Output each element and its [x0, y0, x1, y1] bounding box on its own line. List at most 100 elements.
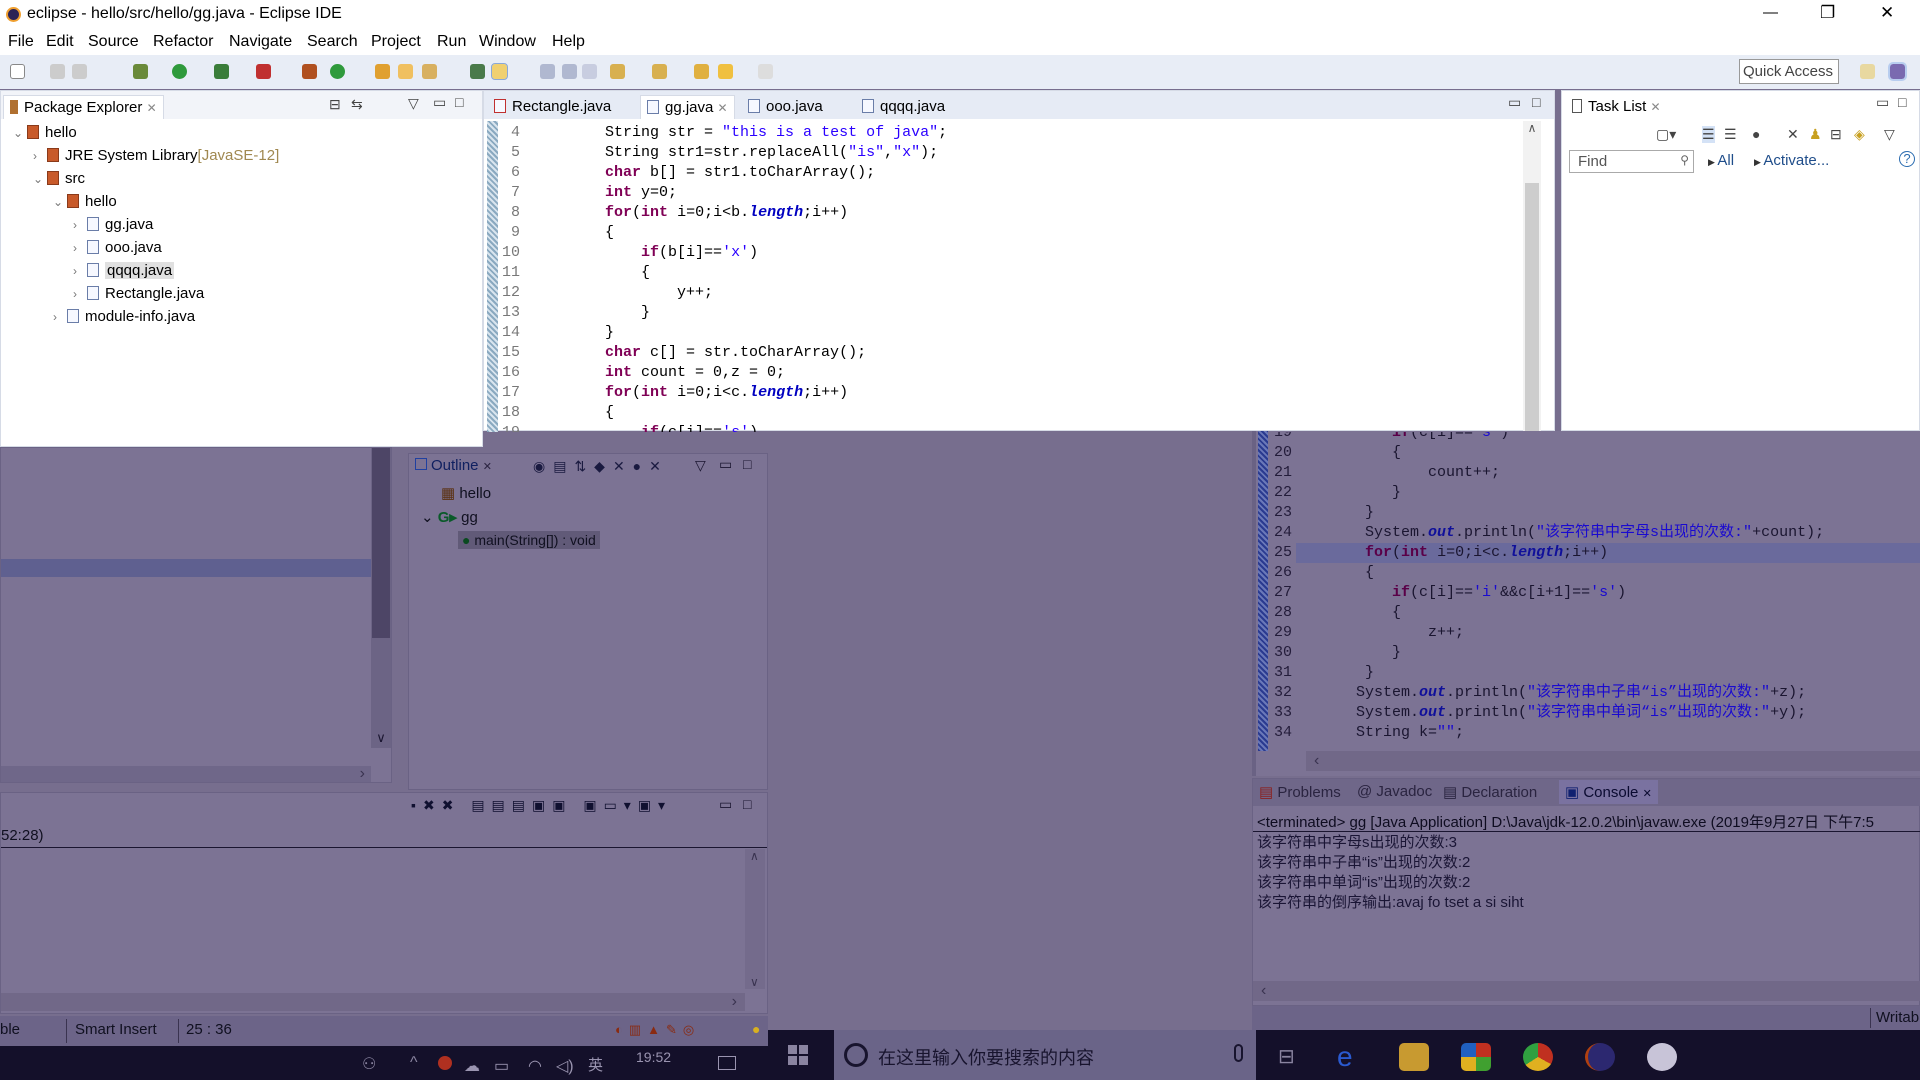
- chevron-right-icon[interactable]: ›: [73, 260, 87, 282]
- run-icon[interactable]: [172, 64, 187, 79]
- horizontal-scrollbar[interactable]: ›: [1, 765, 371, 782]
- menu-run[interactable]: Run: [437, 33, 466, 51]
- filter-mine-icon[interactable]: ♟: [1809, 126, 1822, 143]
- volume-icon[interactable]: ◁): [556, 1056, 574, 1076]
- scroll-left-icon[interactable]: ‹: [1314, 752, 1319, 770]
- outline-item-class[interactable]: ⌄ G▸ gg: [421, 508, 478, 526]
- minimize-icon[interactable]: ▭: [433, 94, 446, 111]
- restore-button[interactable]: ❐: [1820, 3, 1835, 23]
- wifi-icon[interactable]: ◠: [528, 1056, 542, 1076]
- clock-time[interactable]: 19:52: [636, 1049, 671, 1065]
- open-type-icon[interactable]: [375, 64, 390, 79]
- maximize-icon[interactable]: □: [1532, 94, 1540, 110]
- tab-task-list[interactable]: Task List ✕: [1566, 95, 1667, 119]
- view-menu-icon[interactable]: ▽: [695, 457, 706, 474]
- tray-chevron-icon[interactable]: ^: [410, 1054, 418, 1072]
- save-all-icon[interactable]: [72, 64, 87, 79]
- prev-annotation-icon[interactable]: [652, 64, 667, 79]
- store-icon[interactable]: [1461, 1043, 1491, 1071]
- debug-icon[interactable]: [133, 64, 148, 79]
- sync-icon[interactable]: ◈: [1854, 126, 1865, 143]
- tab-console[interactable]: ▣ Console ✕: [1559, 780, 1658, 804]
- tree-item[interactable]: › gg.java: [73, 214, 153, 236]
- minimize-icon[interactable]: ▭: [1508, 94, 1521, 111]
- menu-source[interactable]: Source: [88, 33, 139, 51]
- block-selection-icon[interactable]: [562, 64, 577, 79]
- chevron-right-icon[interactable]: ›: [73, 237, 87, 259]
- scroll-down-icon[interactable]: ∨: [371, 730, 391, 746]
- tab-package-explorer[interactable]: Package Explorer ✕: [3, 95, 164, 119]
- menu-navigate[interactable]: Navigate: [229, 33, 292, 51]
- cloud-icon[interactable]: ☁: [464, 1056, 480, 1076]
- tray-app-icon[interactable]: [438, 1056, 452, 1070]
- code-area[interactable]: 19 if(c[i]=='s') 20 {21 count++; 22 } 23 } 2…: [1256, 432, 1920, 752]
- horizontal-scrollbar[interactable]: ›: [1, 993, 745, 1011]
- search-icon[interactable]: [422, 64, 437, 79]
- new-java-package-icon[interactable]: [302, 64, 317, 79]
- tree-item[interactable]: › ooo.java: [73, 237, 162, 259]
- next-annotation-icon[interactable]: [610, 64, 625, 79]
- menu-edit[interactable]: Edit: [46, 33, 74, 51]
- outline-item-package[interactable]: ▦ hello: [441, 484, 491, 502]
- quick-access-input[interactable]: Quick Access: [1739, 59, 1839, 84]
- menu-file[interactable]: File: [8, 33, 34, 51]
- open-folder-icon[interactable]: [398, 64, 413, 79]
- eclipse-taskbar-icon[interactable]: [1585, 1043, 1615, 1071]
- close-icon[interactable]: ✕: [718, 101, 728, 115]
- last-edit-icon[interactable]: [694, 64, 709, 79]
- scroll-left-icon[interactable]: ‹: [1261, 982, 1266, 1000]
- chevron-right-icon[interactable]: ›: [33, 145, 47, 167]
- maximize-icon[interactable]: □: [743, 796, 751, 812]
- close-icon[interactable]: ✕: [483, 461, 492, 473]
- horizontal-scrollbar[interactable]: ‹: [1306, 751, 1920, 771]
- new-task-icon[interactable]: ▢▾: [1656, 126, 1676, 143]
- menu-search[interactable]: Search: [307, 33, 358, 51]
- maximize-icon[interactable]: □: [743, 456, 751, 472]
- minimize-button[interactable]: —: [1763, 4, 1778, 21]
- tab-ooo-java[interactable]: ooo.java: [742, 95, 829, 119]
- chevron-right-icon[interactable]: ›: [73, 283, 87, 305]
- tab-outline[interactable]: Outline ✕: [415, 457, 492, 474]
- scroll-up-icon[interactable]: ∧: [1523, 121, 1541, 135]
- chevron-down-icon[interactable]: ⌄: [13, 122, 27, 144]
- close-icon[interactable]: ✕: [147, 101, 157, 115]
- lightbulb-icon[interactable]: ●: [752, 1021, 760, 1037]
- menu-help[interactable]: Help: [552, 33, 585, 51]
- activate-link[interactable]: ▶ Activate...: [1754, 152, 1829, 169]
- chevron-right-icon[interactable]: ›: [53, 306, 67, 328]
- menu-refactor[interactable]: Refactor: [153, 33, 213, 51]
- link-editor-icon[interactable]: ⇆: [351, 96, 363, 113]
- tab-qqqq-java[interactable]: qqqq.java: [856, 95, 951, 119]
- tab-gg-java[interactable]: gg.java ✕: [640, 95, 735, 119]
- find-input[interactable]: Find ⚲: [1569, 150, 1694, 173]
- horizontal-scrollbar[interactable]: ‹: [1253, 981, 1920, 1001]
- scheduled-icon[interactable]: ☰: [1724, 126, 1737, 143]
- all-link[interactable]: ▶ All: [1708, 152, 1734, 169]
- minimize-icon[interactable]: ▭: [719, 796, 732, 813]
- outline-item-method[interactable]: ● main(String[]) : void: [458, 531, 600, 549]
- edge-icon[interactable]: e: [1337, 1043, 1367, 1071]
- tree-item[interactable]: › module-info.java: [53, 306, 195, 328]
- mark-occurrences-icon[interactable]: [491, 63, 508, 80]
- chrome-icon[interactable]: [1523, 1043, 1553, 1071]
- focus-icon[interactable]: ●: [1752, 126, 1760, 142]
- external-tools-icon[interactable]: [256, 64, 271, 79]
- tree-item[interactable]: › JRE System Library[JavaSE-12]: [33, 145, 279, 167]
- tab-declaration[interactable]: ▤ Declaration: [1443, 783, 1537, 801]
- menu-project[interactable]: Project: [371, 33, 421, 51]
- file-explorer-icon[interactable]: [1399, 1043, 1429, 1071]
- chevron-down-icon[interactable]: ⌄: [33, 168, 47, 190]
- close-icon[interactable]: ✕: [1651, 100, 1661, 114]
- tree-item[interactable]: ⌄ hello: [13, 122, 77, 144]
- ime-indicator[interactable]: 英: [588, 1054, 603, 1075]
- microphone-icon[interactable]: [1234, 1044, 1243, 1062]
- battery-icon[interactable]: ▭: [494, 1056, 509, 1076]
- new-icon[interactable]: [10, 64, 25, 79]
- view-menu-icon[interactable]: ▽: [1884, 126, 1895, 143]
- app-icon[interactable]: [1647, 1043, 1677, 1071]
- scrollbar-thumb[interactable]: [372, 448, 390, 638]
- menu-window[interactable]: Window: [479, 33, 536, 51]
- people-icon[interactable]: ⚇: [362, 1054, 376, 1074]
- search-box[interactable]: 在这里输入你要搜索的内容: [834, 1030, 1256, 1080]
- vertical-scrollbar[interactable]: ∧: [1523, 121, 1541, 432]
